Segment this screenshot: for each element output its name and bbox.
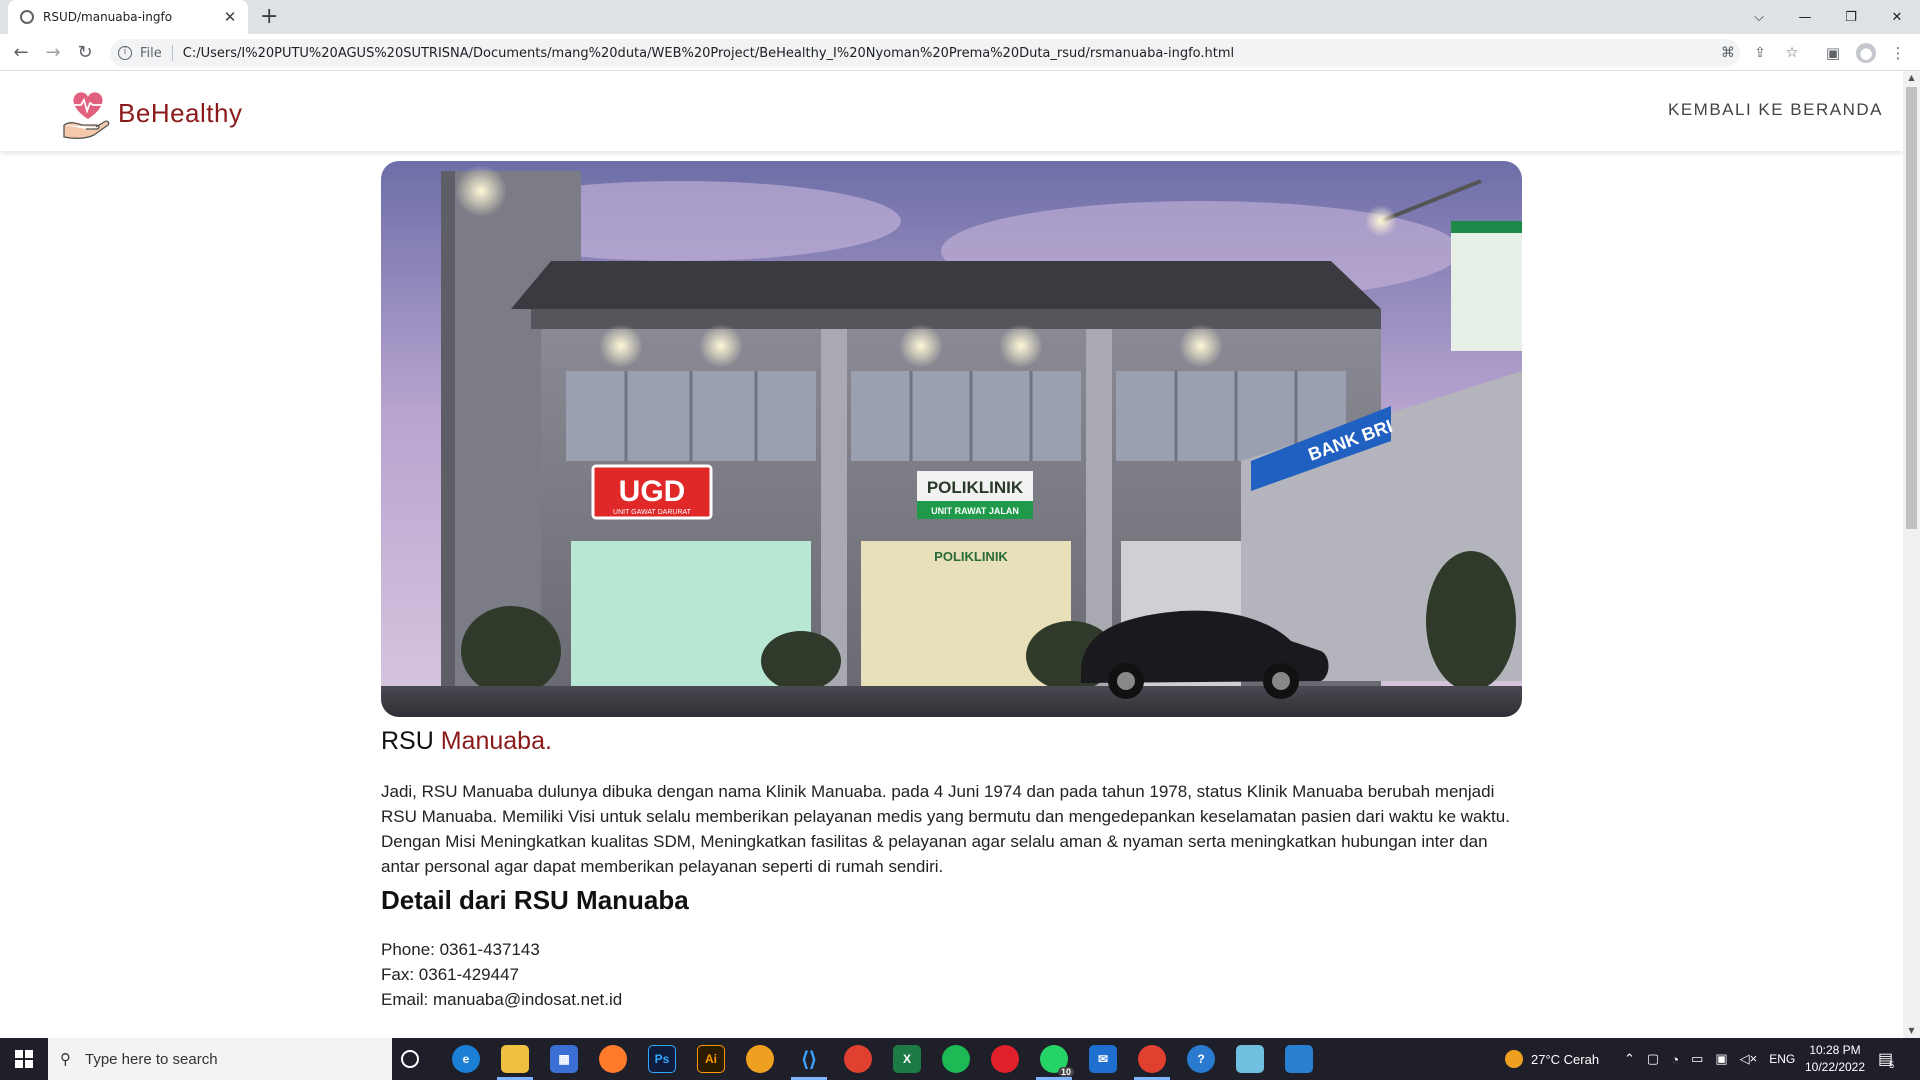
url-text[interactable]: C:/Users/I%20PUTU%20AGUS%20SUTRISNA/Docu… xyxy=(183,46,1234,61)
page-scrollbar[interactable]: ▲ ▼ xyxy=(1903,71,1920,1038)
contact-phone: Phone: 0361-437143 xyxy=(381,940,540,959)
minimize-button[interactable]: — xyxy=(1782,0,1828,34)
start-button[interactable] xyxy=(0,1038,48,1080)
back-to-home-link[interactable]: KEMBALI KE BERANDA xyxy=(1668,100,1883,120)
tab-title: RSUD/manuaba-ingfo xyxy=(43,10,173,24)
browser-tab[interactable]: RSUD/manuaba-ingfo ✕ xyxy=(8,0,248,34)
side-panel-icon[interactable]: ▣ xyxy=(1823,43,1843,63)
title-name: Manuaba. xyxy=(440,727,552,755)
display-icon[interactable]: ▣ xyxy=(1715,1051,1727,1067)
spotify-icon[interactable] xyxy=(942,1045,970,1073)
hospital-description: Jadi, RSU Manuaba dulunya dibuka dengan … xyxy=(381,782,1510,876)
photos-icon[interactable] xyxy=(1285,1045,1313,1073)
opera-icon[interactable] xyxy=(991,1045,1019,1073)
store-icon[interactable]: ▦ xyxy=(550,1045,578,1073)
search-placeholder: Type here to search xyxy=(85,1050,218,1068)
ugd-sign-text: UGD xyxy=(619,475,686,508)
restore-button[interactable]: ❐ xyxy=(1828,0,1874,34)
share-icon[interactable]: ⇪ xyxy=(1751,44,1769,62)
contact-email: Email: manuaba@indosat.net.id xyxy=(381,990,623,1009)
whatsapp-icon[interactable]: 10 xyxy=(1040,1045,1074,1077)
firefox-icon[interactable] xyxy=(599,1045,627,1073)
bookmark-star-icon[interactable]: ☆ xyxy=(1783,44,1801,62)
taskbar-search-box[interactable]: ⚲ Type here to search xyxy=(48,1038,392,1080)
tor-browser-icon[interactable] xyxy=(746,1045,774,1073)
translate-icon[interactable]: ⌘ xyxy=(1719,44,1737,62)
windows-taskbar: ⚲ Type here to search e ▦ Ps Ai ⟨⟩ X 10 … xyxy=(0,1038,1920,1080)
scroll-up-arrow-icon[interactable]: ▲ xyxy=(1903,71,1920,85)
chevron-up-icon[interactable]: ⌃ xyxy=(1624,1051,1635,1067)
menu-kebab-icon[interactable]: ⋮ xyxy=(1888,43,1908,63)
language-indicator[interactable]: ENG xyxy=(1769,1052,1795,1066)
logo-be: Be xyxy=(118,97,151,128)
profile-avatar[interactable]: ● xyxy=(1856,43,1876,63)
task-view-icon[interactable] xyxy=(401,1050,419,1068)
ugd-sign-subtext: UNIT GAWAT DARURAT xyxy=(613,509,692,516)
file-explorer-icon[interactable] xyxy=(501,1045,529,1073)
divider xyxy=(171,45,173,61)
system-tray: ⌃ ▢ ◔ ▭ ▣ ◁× ENG xyxy=(1624,1038,1795,1080)
chrome-active-icon[interactable] xyxy=(1138,1045,1166,1073)
reload-icon[interactable]: ↻ xyxy=(74,42,96,64)
detail-heading: Detail dari RSU Manuaba xyxy=(381,885,689,915)
notification-count: 5 xyxy=(1889,1060,1895,1070)
network-icon[interactable]: ◔ xyxy=(1671,1052,1679,1067)
poliklinik-lower-sign: POLIKLINIK xyxy=(934,549,1008,564)
windows-logo-icon xyxy=(15,1050,33,1068)
mail-icon[interactable]: ✉ xyxy=(1089,1045,1117,1073)
search-icon: ⚲ xyxy=(60,1050,71,1068)
close-tab-icon[interactable]: ✕ xyxy=(222,8,238,26)
excel-icon[interactable]: X xyxy=(893,1045,921,1073)
weather-moon-icon xyxy=(1505,1050,1523,1068)
site-info-icon[interactable]: i xyxy=(118,46,132,60)
page-viewport: BeHealthy KEMBALI KE BERANDA UGD UNIT GA… xyxy=(0,71,1920,1038)
whatsapp-badge: 10 xyxy=(1057,1067,1074,1077)
globe-icon xyxy=(20,10,34,24)
scroll-down-arrow-icon[interactable]: ▼ xyxy=(1903,1024,1920,1038)
vscode-icon[interactable]: ⟨⟩ xyxy=(795,1045,823,1073)
new-tab-button[interactable]: + xyxy=(260,5,278,29)
photoshop-icon[interactable]: Ps xyxy=(648,1045,676,1073)
logo-healthy: Healthy xyxy=(150,97,243,128)
illustrator-icon[interactable]: Ai xyxy=(697,1045,725,1073)
tab-search-icon[interactable]: ⌵ xyxy=(1736,0,1782,34)
volume-muted-icon[interactable]: ◁× xyxy=(1740,1051,1758,1067)
hospital-hero-image: UGD UNIT GAWAT DARURAT POLIKLINIK UNIT R… xyxy=(381,161,1522,717)
weather-widget[interactable]: 27°C Cerah xyxy=(1505,1038,1599,1080)
address-bar[interactable]: i File C:/Users/I%20PUTU%20AGUS%20SUTRIS… xyxy=(110,39,1740,67)
edge-icon[interactable]: e xyxy=(452,1045,480,1073)
site-header: BeHealthy KEMBALI KE BERANDA xyxy=(0,71,1903,151)
hospital-title: RSU Manuaba. xyxy=(381,727,1522,771)
poliklinik-sign-text: POLIKLINIK xyxy=(927,478,1024,497)
browser-tab-strip: RSUD/manuaba-ingfo ✕ + ⌵ — ❐ ✕ xyxy=(0,0,1920,34)
clock-time: 10:28 PM xyxy=(1809,1043,1861,1057)
close-window-button[interactable]: ✕ xyxy=(1874,0,1920,34)
clock-date: 10/22/2022 xyxy=(1804,1060,1866,1074)
system-clock[interactable]: 10:28 PM 10/22/2022 xyxy=(1800,1042,1870,1076)
chrome-icon[interactable] xyxy=(844,1045,872,1073)
hospital-info: RSU Manuaba. Jadi, RSU Manuaba dulunya d… xyxy=(381,727,1522,1012)
site-logo[interactable]: BeHealthy xyxy=(60,85,242,141)
browser-toolbar: ← → ↻ i File C:/Users/I%20PUTU%20AGUS%20… xyxy=(0,34,1920,71)
title-prefix: RSU xyxy=(381,727,441,755)
poliklinik-sign-subtext: UNIT RAWAT JALAN xyxy=(931,506,1019,516)
weather-text: 27°C Cerah xyxy=(1531,1051,1600,1067)
logo-wordmark: BeHealthy xyxy=(118,98,242,129)
notepad-icon[interactable] xyxy=(1236,1045,1264,1073)
get-help-icon[interactable]: ? xyxy=(1187,1045,1215,1073)
battery-icon[interactable]: ▭ xyxy=(1691,1051,1703,1067)
hospital-building-photo: UGD UNIT GAWAT DARURAT POLIKLINIK UNIT R… xyxy=(381,161,1522,717)
scroll-thumb[interactable] xyxy=(1906,87,1917,529)
back-arrow-icon[interactable]: ← xyxy=(10,42,32,64)
contact-fax: Fax: 0361-429447 xyxy=(381,965,519,984)
meet-now-icon[interactable]: ▢ xyxy=(1647,1051,1659,1067)
heart-hand-logo-icon xyxy=(63,92,110,139)
forward-arrow-icon[interactable]: → xyxy=(42,42,64,64)
file-label: File xyxy=(140,45,162,61)
notification-center-icon[interactable]: ▤ 5 xyxy=(1878,1038,1894,1080)
